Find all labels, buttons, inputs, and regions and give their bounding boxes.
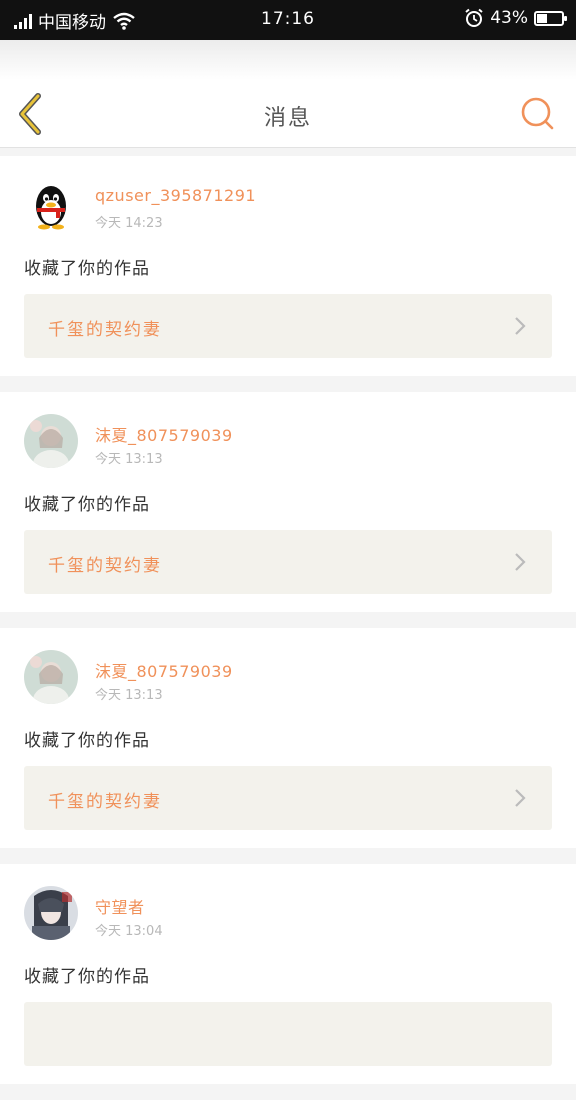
- username[interactable]: 沫夏_807579039: [95, 658, 233, 682]
- message-card: 沫夏_807579039 今天 13:13 收藏了你的作品 千玺的契约妻: [0, 392, 576, 612]
- chevron-right-icon: [515, 789, 526, 807]
- message-card: 守望者 今天 13:04 收藏了你的作品: [0, 864, 576, 1084]
- message-list: qzuser_395871291 今天 14:23 收藏了你的作品 千玺的契约妻…: [0, 156, 576, 1100]
- search-button[interactable]: [520, 96, 556, 132]
- qq-penguin-icon[interactable]: [24, 178, 78, 232]
- search-icon: [521, 97, 554, 130]
- status-bar: 中国移动 17:16 43%: [0, 0, 576, 40]
- nav-bar: 消息: [0, 80, 576, 148]
- work-link[interactable]: 千玺的契约妻: [24, 294, 552, 358]
- timestamp: 今天 14:23: [95, 216, 163, 231]
- action-text: 收藏了你的作品: [24, 495, 150, 515]
- work-link[interactable]: 千玺的契约妻: [24, 766, 552, 830]
- chevron-right-icon: [515, 553, 526, 571]
- battery-icon: [534, 10, 567, 26]
- username[interactable]: qzuser_395871291: [95, 186, 256, 205]
- user-photo-avatar[interactable]: [24, 414, 78, 468]
- timestamp: 今天 13:04: [95, 924, 163, 939]
- timestamp: 今天 13:13: [95, 452, 163, 467]
- action-text: 收藏了你的作品: [24, 967, 150, 987]
- action-text: 收藏了你的作品: [24, 731, 150, 751]
- user-photo-avatar[interactable]: [24, 650, 78, 704]
- header-spacer: [0, 40, 576, 80]
- timestamp: 今天 13:13: [95, 688, 163, 703]
- battery-percent: 43%: [490, 8, 528, 28]
- chevron-right-icon: [515, 317, 526, 335]
- action-text: 收藏了你的作品: [24, 259, 150, 279]
- page-title: 消息: [263, 106, 312, 131]
- message-card: 沫夏_807579039 今天 13:13 收藏了你的作品 千玺的契约妻: [0, 628, 576, 848]
- work-link[interactable]: 千玺的契约妻: [24, 530, 552, 594]
- work-title: 千玺的契约妻: [48, 320, 162, 340]
- username[interactable]: 守望者: [95, 894, 145, 918]
- work-link[interactable]: [24, 1002, 552, 1066]
- work-title: 千玺的契约妻: [48, 792, 162, 812]
- battery-fill: [537, 13, 547, 23]
- username[interactable]: 沫夏_807579039: [95, 422, 233, 446]
- alarm-icon: [465, 8, 483, 27]
- status-right: 43%: [464, 8, 567, 28]
- work-title: 千玺的契约妻: [48, 556, 162, 576]
- anime-avatar[interactable]: [24, 886, 78, 940]
- message-card: qzuser_395871291 今天 14:23 收藏了你的作品 千玺的契约妻: [0, 156, 576, 376]
